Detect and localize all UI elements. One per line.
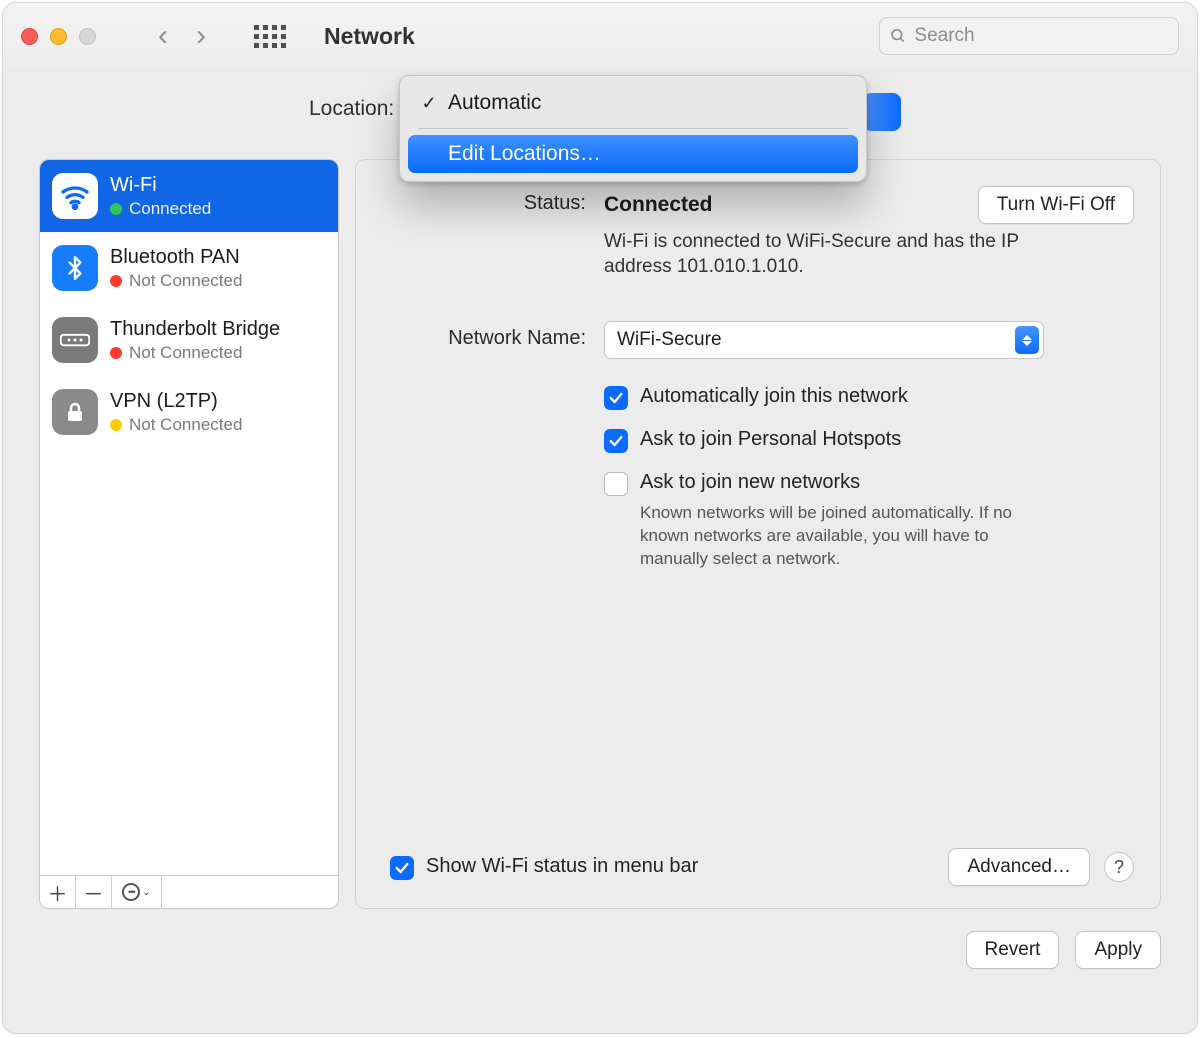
status-label: Status: xyxy=(390,186,586,279)
interface-status: Connected xyxy=(129,199,211,219)
updown-icon xyxy=(1015,326,1039,354)
location-menu: ✓ Automatic Edit Locations… xyxy=(399,75,867,182)
ask-new-networks-checkbox[interactable] xyxy=(604,472,628,496)
apply-button[interactable]: Apply xyxy=(1075,931,1161,969)
chevron-down-icon: ⌄ xyxy=(142,887,150,898)
sidebar-item-thunderbolt-bridge[interactable]: Thunderbolt Bridge Not Connected xyxy=(40,304,338,376)
revert-button[interactable]: Revert xyxy=(966,931,1060,969)
sidebar-item-bluetooth-pan[interactable]: Bluetooth PAN Not Connected xyxy=(40,232,338,304)
bluetooth-icon xyxy=(52,245,98,291)
wifi-icon xyxy=(52,173,98,219)
ask-new-networks-hint: Known networks will be joined automatica… xyxy=(640,502,1050,571)
location-option-edit[interactable]: Edit Locations… xyxy=(408,135,858,173)
search-input[interactable] xyxy=(914,25,1168,47)
show-all-preferences-button[interactable] xyxy=(254,25,286,48)
detail-panel: Status: Connected Turn Wi-Fi Off Wi-Fi i… xyxy=(355,159,1161,909)
turn-wifi-off-button[interactable]: Turn Wi-Fi Off xyxy=(978,186,1134,224)
advanced-button[interactable]: Advanced… xyxy=(948,848,1090,886)
status-dot-icon xyxy=(110,419,122,431)
search-field[interactable] xyxy=(879,17,1179,55)
zoom-window-button[interactable] xyxy=(79,28,96,45)
checkmark-icon: ✓ xyxy=(420,93,438,114)
location-label: Location: xyxy=(309,97,394,121)
lock-icon xyxy=(52,389,98,435)
network-name-select[interactable]: WiFi-Secure xyxy=(604,321,1044,359)
ask-hotspot-label: Ask to join Personal Hotspots xyxy=(640,428,901,451)
network-name-label: Network Name: xyxy=(390,321,586,571)
help-button[interactable]: ? xyxy=(1104,852,1134,882)
interface-actions-menu[interactable]: ••• ⌄ xyxy=(112,876,162,908)
interface-name: Wi-Fi xyxy=(110,174,211,197)
add-interface-button[interactable]: ＋ xyxy=(40,876,76,908)
ask-hotspot-checkbox[interactable] xyxy=(604,429,628,453)
auto-join-label: Automatically join this network xyxy=(640,385,908,408)
status-dot-icon xyxy=(110,275,122,287)
window-title: Network xyxy=(324,23,415,50)
location-option-label: Edit Locations… xyxy=(448,142,846,166)
location-option-automatic[interactable]: ✓ Automatic xyxy=(408,84,858,122)
window-controls xyxy=(21,28,96,45)
status-description: Wi-Fi is connected to WiFi-Secure and ha… xyxy=(604,230,1044,279)
status-value: Connected xyxy=(604,193,713,217)
interface-list: Wi-Fi Connected Bluetooth PAN xyxy=(39,159,339,875)
show-wifi-status-label: Show Wi-Fi status in menu bar xyxy=(426,855,698,878)
minimize-window-button[interactable] xyxy=(50,28,67,45)
network-name-value: WiFi-Secure xyxy=(617,329,722,351)
titlebar: ‹ › Network xyxy=(3,3,1197,69)
interface-status: Not Connected xyxy=(129,343,242,363)
search-icon xyxy=(890,27,906,45)
interface-status: Not Connected xyxy=(129,271,242,291)
status-dot-icon xyxy=(110,347,122,359)
auto-join-checkbox[interactable] xyxy=(604,386,628,410)
interface-name: Thunderbolt Bridge xyxy=(110,318,280,341)
ask-new-networks-label: Ask to join new networks xyxy=(640,471,860,494)
menu-divider xyxy=(418,128,848,129)
show-wifi-status-checkbox[interactable] xyxy=(390,856,414,880)
location-dropdown[interactable] xyxy=(863,93,901,131)
interface-name: Bluetooth PAN xyxy=(110,246,242,269)
sidebar-item-vpn[interactable]: VPN (L2TP) Not Connected xyxy=(40,376,338,448)
status-dot-icon xyxy=(110,203,122,215)
remove-interface-button[interactable]: － xyxy=(76,876,112,908)
location-option-label: Automatic xyxy=(448,91,846,115)
interface-list-toolbar: ＋ － ••• ⌄ xyxy=(39,875,339,909)
interface-name: VPN (L2TP) xyxy=(110,390,242,413)
sidebar-item-wifi[interactable]: Wi-Fi Connected xyxy=(40,160,338,232)
interface-status: Not Connected xyxy=(129,415,242,435)
close-window-button[interactable] xyxy=(21,28,38,45)
thunderbolt-icon xyxy=(52,317,98,363)
